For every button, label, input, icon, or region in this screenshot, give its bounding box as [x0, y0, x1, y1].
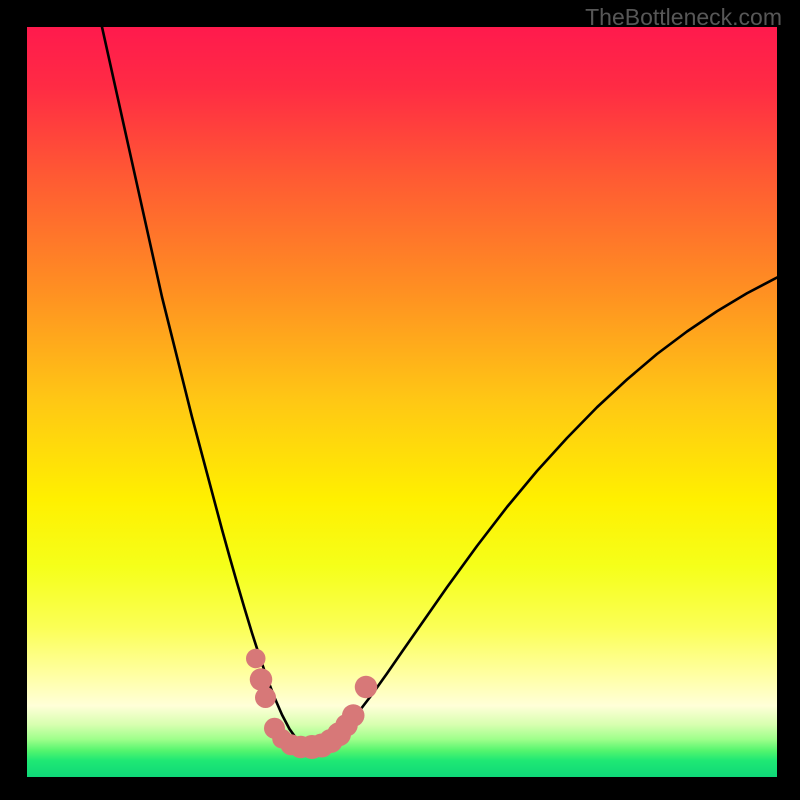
plot-area	[27, 27, 777, 777]
curve-right-branch	[312, 278, 777, 748]
highlight-marker	[246, 649, 266, 669]
curve-left-branch	[102, 27, 312, 747]
highlight-marker	[250, 668, 273, 691]
chart-stage: TheBottleneck.com	[0, 0, 800, 800]
marker-group	[246, 649, 377, 759]
curves-layer	[27, 27, 777, 777]
highlight-marker	[255, 687, 276, 708]
highlight-marker	[342, 704, 365, 727]
highlight-marker	[355, 676, 378, 699]
